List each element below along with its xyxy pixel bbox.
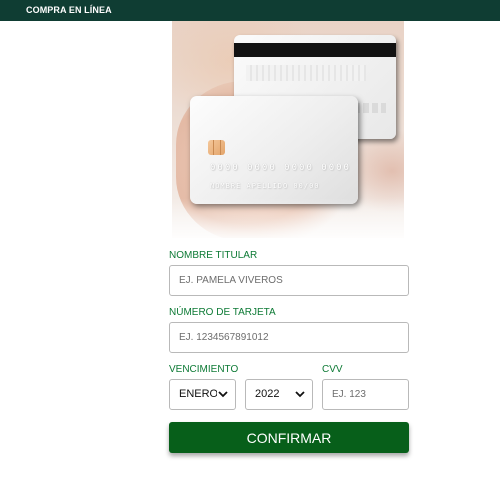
hero-fade	[172, 198, 404, 238]
cvv-input[interactable]	[322, 379, 409, 410]
confirm-button[interactable]: CONFIRMAR	[169, 422, 409, 453]
app-header: COMPRA EN LÍNEA	[0, 0, 500, 21]
expiry-label: VENCIMIENTO	[169, 364, 239, 375]
holder-name-input[interactable]	[169, 265, 409, 296]
chevron-down-icon	[294, 380, 306, 409]
signature-strip	[246, 65, 366, 81]
header-title: COMPRA EN LÍNEA	[26, 5, 112, 15]
credit-card-hero-image: 0000 0000 0000 0000 NOMBRE APELLIDO 00/0…	[172, 21, 404, 238]
card-name-embossed: NOMBRE APELLIDO 00/00	[210, 182, 320, 190]
chevron-down-icon	[217, 380, 229, 409]
cvv-label: CVV	[322, 364, 343, 375]
card-chip-icon	[208, 140, 225, 155]
expiry-year-value: 2022	[255, 388, 280, 400]
card-number-label: NÚMERO DE TARJETA	[169, 307, 276, 318]
card-number-embossed: 0000 0000 0000 0000	[210, 163, 351, 173]
expiry-year-select[interactable]: 2022	[245, 379, 313, 410]
expiry-month-value: ENERO	[179, 388, 219, 400]
expiry-month-select[interactable]: ENERO	[169, 379, 236, 410]
magnetic-stripe	[234, 43, 396, 57]
holder-name-label: NOMBRE TITULAR	[169, 250, 258, 261]
confirm-button-label: CONFIRMAR	[246, 429, 332, 446]
card-front-illustration: 0000 0000 0000 0000 NOMBRE APELLIDO 00/0…	[190, 96, 358, 204]
card-number-input[interactable]	[169, 322, 409, 353]
